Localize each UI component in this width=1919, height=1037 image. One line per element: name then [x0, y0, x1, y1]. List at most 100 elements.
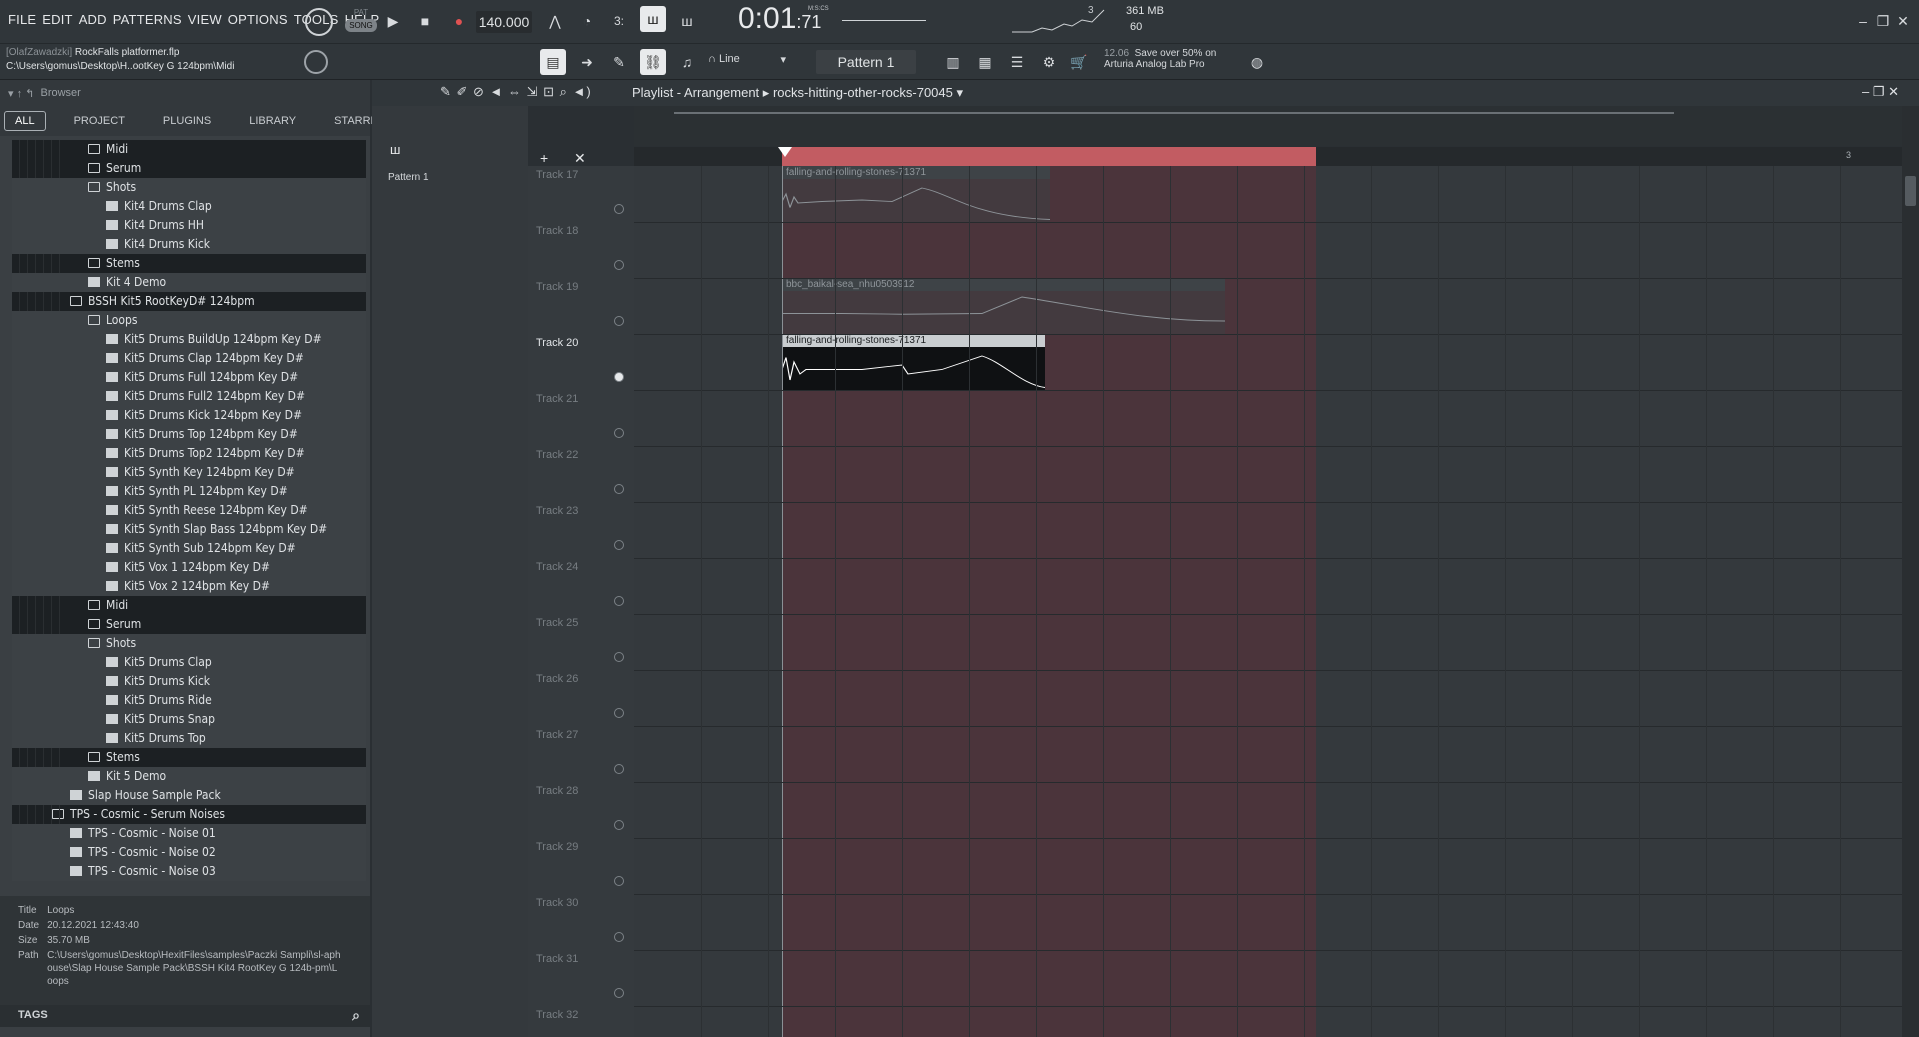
playlist-grid[interactable]: falling-and-rolling-stones-71371 bbc_baik…	[634, 166, 1902, 1037]
track-enable-icon[interactable]	[614, 652, 624, 662]
pat-song-toggle[interactable]: PAT SONG	[345, 6, 377, 36]
playhead-marker[interactable]	[778, 147, 792, 157]
cart-icon[interactable]: 🛒	[1066, 49, 1092, 75]
tempo-display[interactable]: 140.000	[476, 11, 532, 33]
track-label[interactable]: Track 32	[536, 1009, 578, 1021]
countdown-icon[interactable]: 3:	[606, 8, 632, 34]
master-volume-knob[interactable]	[305, 8, 333, 36]
audio-clip[interactable]: bbc_baikal-sea_nhu0503912	[782, 278, 1226, 334]
track-label[interactable]: Track 31	[536, 953, 578, 965]
track-label[interactable]: Track 21	[536, 393, 578, 405]
browser-file[interactable]: Kit5 Drums Top 124bpm Key D#	[12, 425, 366, 444]
pitch-knob[interactable]	[304, 50, 328, 74]
clip-header[interactable]: falling-and-rolling-stones-71371	[782, 166, 1050, 179]
browser-folder[interactable]: Serum	[12, 615, 366, 634]
browser-folder[interactable]: Loops	[12, 311, 366, 330]
browser-file[interactable]: Kit5 Drums BuildUp 124bpm Key D#	[12, 330, 366, 349]
browser-file[interactable]: Kit 4 Demo	[12, 273, 366, 292]
menu-edit[interactable]: EDIT	[42, 12, 72, 27]
browser-folder[interactable]: Serum	[12, 159, 366, 178]
playlist-overview[interactable]	[634, 106, 1902, 146]
track-label[interactable]: Track 19	[536, 281, 578, 293]
vertical-scrollbar[interactable]	[1902, 106, 1919, 1037]
browser-file[interactable]: Kit 5 Demo	[12, 767, 366, 786]
overview-scroll[interactable]	[674, 112, 1674, 114]
track-enable-icon[interactable]	[614, 316, 624, 326]
browser-file[interactable]: TPS - Cosmic - Noise 01	[12, 824, 366, 843]
track-enable-icon[interactable]	[614, 428, 624, 438]
playlist-tools[interactable]: ✎ ✐ ⊘ ◄ ⇔ ⇲ ⊡ ⌕ ◄)	[440, 84, 592, 100]
browser-folder[interactable]: Stems	[12, 748, 366, 767]
menu-view[interactable]: VIEW	[188, 12, 222, 27]
track-enable-icon[interactable]	[614, 708, 624, 718]
snap-selector[interactable]: ∩ Line ▾	[708, 53, 786, 71]
browser-folder[interactable]: Shots	[12, 178, 366, 197]
track-label[interactable]: Track 20	[536, 337, 578, 349]
track-enable-icon[interactable]	[614, 260, 624, 270]
pattern-item[interactable]: Pattern 1	[380, 172, 520, 183]
track-label[interactable]: Track 30	[536, 897, 578, 909]
browser-file[interactable]: Kit5 Synth PL 124bpm Key D#	[12, 482, 366, 501]
menu-add[interactable]: ADD	[79, 12, 107, 27]
track-enable-icon[interactable]	[614, 540, 624, 550]
browser-file[interactable]: Kit5 Vox 1 124bpm Key D#	[12, 558, 366, 577]
browser-file[interactable]: Kit5 Drums Kick	[12, 672, 366, 691]
audio-clip[interactable]: falling-and-rolling-stones-71371	[781, 334, 1046, 390]
link-icon[interactable]: ⛓	[640, 49, 666, 75]
track-enable-icon[interactable]	[614, 372, 624, 382]
browser-tab-plugins[interactable]: PLUGINS	[153, 112, 221, 130]
search-icon[interactable]: ⌕	[352, 1007, 360, 1024]
add-track-icon[interactable]: +	[540, 150, 548, 166]
scrollbar-thumb[interactable]	[1905, 176, 1916, 206]
browser-file[interactable]: Kit5 Drums Top	[12, 729, 366, 748]
browser-file[interactable]: Kit5 Synth Slap Bass 124bpm Key D#	[12, 520, 366, 539]
mixer-icon[interactable]: ▥	[940, 49, 966, 75]
browser-file[interactable]: Kit5 Drums Clap 124bpm Key D#	[12, 349, 366, 368]
browser-file[interactable]: Kit5 Synth Reese 124bpm Key D#	[12, 501, 366, 520]
audio-clip[interactable]: falling-and-rolling-stones-71371	[781, 166, 1051, 222]
browser-file[interactable]: Kit5 Drums Full 124bpm Key D#	[12, 368, 366, 387]
track-label[interactable]: Track 22	[536, 449, 578, 461]
browser-folder[interactable]: Midi	[12, 140, 366, 159]
browser-folder[interactable]: Shots	[12, 634, 366, 653]
pattern-selector[interactable]: Pattern 1	[816, 50, 916, 74]
menu-options[interactable]: OPTIONS	[228, 12, 288, 27]
track-enable-icon[interactable]	[614, 988, 624, 998]
browser-file[interactable]: TPS - Cosmic - Noise 03	[12, 862, 366, 881]
track-enable-icon[interactable]	[614, 484, 624, 494]
tags-bar[interactable]: TAGS ⌕	[0, 1005, 370, 1027]
track-label[interactable]: Track 24	[536, 561, 578, 573]
browser-file[interactable]: Kit5 Drums Ride	[12, 691, 366, 710]
news-panel[interactable]: 12.06 Save over 50% on Arturia Analog La…	[1104, 48, 1216, 70]
track-label[interactable]: Track 17	[536, 169, 578, 181]
close-icon[interactable]: ✕	[1890, 8, 1916, 34]
browser-file[interactable]: Kit5 Drums Clap	[12, 653, 366, 672]
browser-file[interactable]: Kit5 Vox 2 124bpm Key D#	[12, 577, 366, 596]
track-label[interactable]: Track 28	[536, 785, 578, 797]
pattern-add-icon[interactable]: ш	[390, 142, 400, 157]
metronome-icon[interactable]: ⋀	[542, 8, 568, 34]
browser-tab-project[interactable]: PROJECT	[64, 112, 135, 130]
wait-for-input-icon[interactable]: ◔	[574, 8, 600, 34]
browser-file[interactable]: Kit5 Drums Kick 124bpm Key D#	[12, 406, 366, 425]
browser-tab-all[interactable]: ALL	[4, 111, 46, 131]
browser-file[interactable]: Kit5 Synth Key 124bpm Key D#	[12, 463, 366, 482]
browser-menu-icon[interactable]: ▾ ↑ ↰	[8, 87, 34, 100]
browser-tab-library[interactable]: LIBRARY	[239, 112, 306, 130]
browser-folder[interactable]: BSSH Kit5 RootKeyD# 124bpm	[12, 292, 366, 311]
browser-file[interactable]: Kit5 Drums Snap	[12, 710, 366, 729]
browser-file[interactable]: TPS - Cosmic - Noise 02	[12, 843, 366, 862]
playlist-window-buttons[interactable]: – ❐ ✕	[1862, 84, 1899, 100]
track-enable-icon[interactable]	[614, 932, 624, 942]
track-enable-icon[interactable]	[614, 764, 624, 774]
track-enable-icon[interactable]	[614, 596, 624, 606]
track-label[interactable]: Track 26	[536, 673, 578, 685]
browser-folder[interactable]: Midi	[12, 596, 366, 615]
loop-record-icon[interactable]: ш	[674, 8, 700, 34]
browser-folder[interactable]: Stems	[12, 254, 366, 273]
track-label[interactable]: Track 27	[536, 729, 578, 741]
browser-file[interactable]: Kit5 Synth Sub 124bpm Key D#	[12, 539, 366, 558]
track-label[interactable]: Track 18	[536, 225, 578, 237]
arrow-right-icon[interactable]: ➜	[574, 49, 600, 75]
track-label[interactable]: Track 25	[536, 617, 578, 629]
